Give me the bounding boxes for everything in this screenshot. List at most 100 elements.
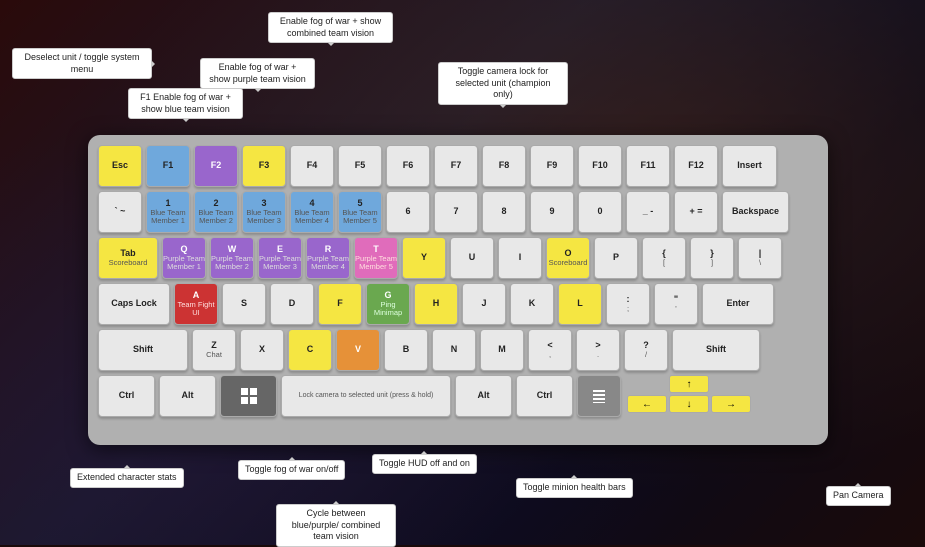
key-t[interactable]: T Purple Team Member 5 [354, 237, 398, 279]
key-f1[interactable]: F1 [146, 145, 190, 187]
key-m[interactable]: M [480, 329, 524, 371]
key-6[interactable]: 6 [386, 191, 430, 233]
key-period[interactable]: > . [576, 329, 620, 371]
key-3[interactable]: 3 Blue Team Member 3 [242, 191, 286, 233]
key-esc[interactable]: Esc [98, 145, 142, 187]
key-space[interactable]: Lock camera to selected unit (press & ho… [281, 375, 451, 417]
key-f6[interactable]: F6 [386, 145, 430, 187]
key-f7[interactable]: F7 [434, 145, 478, 187]
key-equals[interactable]: + = [674, 191, 718, 233]
key-9[interactable]: 9 [530, 191, 574, 233]
key-a[interactable]: A Team Fight UI [174, 283, 218, 325]
key-arrow-right[interactable]: → [711, 395, 751, 413]
keyboard: Esc F1 F2 F3 F4 F5 F6 F7 F8 F9 F10 [88, 135, 828, 445]
key-backtick[interactable]: ` ~ [98, 191, 142, 233]
key-f12[interactable]: F12 [674, 145, 718, 187]
key-f11[interactable]: F11 [626, 145, 670, 187]
key-enter[interactable]: Enter [702, 283, 774, 325]
function-key-row: Esc F1 F2 F3 F4 F5 F6 F7 F8 F9 F10 [98, 145, 818, 187]
key-4[interactable]: 4 Blue Team Member 4 [290, 191, 334, 233]
key-s[interactable]: S [222, 283, 266, 325]
annotation-pan-camera: Pan Camera [826, 486, 891, 506]
key-windows[interactable] [220, 375, 277, 417]
key-f3[interactable]: F3 [242, 145, 286, 187]
key-i[interactable]: I [498, 237, 542, 279]
key-1[interactable]: 1 Blue Team Member 1 [146, 191, 190, 233]
key-g[interactable]: G Ping Minimap [366, 283, 410, 325]
key-7[interactable]: 7 [434, 191, 478, 233]
key-p[interactable]: P [594, 237, 638, 279]
key-insert[interactable]: Insert [722, 145, 777, 187]
key-fn[interactable] [577, 375, 621, 417]
key-j[interactable]: J [462, 283, 506, 325]
key-f5[interactable]: F5 [338, 145, 382, 187]
key-h[interactable]: H [414, 283, 458, 325]
key-quote[interactable]: " ' [654, 283, 698, 325]
annotation-extended: Extended character stats [70, 468, 184, 488]
key-r[interactable]: R Purple Team Member 4 [306, 237, 350, 279]
key-lshift[interactable]: Shift [98, 329, 188, 371]
key-o[interactable]: O Scoreboard [546, 237, 590, 279]
shift-key-row: Shift Z Chat X C V B N M < , > . [98, 329, 818, 371]
key-f4[interactable]: F4 [290, 145, 334, 187]
key-f9[interactable]: F9 [530, 145, 574, 187]
key-minus[interactable]: _ - [626, 191, 670, 233]
key-slash[interactable]: ? / [624, 329, 668, 371]
key-rbrace[interactable]: } ] [690, 237, 734, 279]
bottom-key-row: Ctrl Alt Lock camera to selected unit (p… [98, 375, 818, 417]
key-x[interactable]: X [240, 329, 284, 371]
key-d[interactable]: D [270, 283, 314, 325]
annotation-camera-lock: Toggle camera lock for selected unit (ch… [438, 62, 568, 105]
arrow-bottom-row: ← ↓ → [627, 395, 751, 413]
annotation-deselect: Deselect unit / toggle system menu [12, 48, 152, 79]
annotation-fog-toggle: Toggle fog of war on/off [238, 460, 345, 480]
key-ralt[interactable]: Alt [455, 375, 512, 417]
key-arrow-up[interactable]: ↑ [669, 375, 709, 393]
key-rshift[interactable]: Shift [672, 329, 760, 371]
key-u[interactable]: U [450, 237, 494, 279]
annotation-minion-health: Toggle minion health bars [516, 478, 633, 498]
key-lalt[interactable]: Alt [159, 375, 216, 417]
key-f10[interactable]: F10 [578, 145, 622, 187]
key-2[interactable]: 2 Blue Team Member 2 [194, 191, 238, 233]
key-f[interactable]: F [318, 283, 362, 325]
key-l[interactable]: L [558, 283, 602, 325]
annotation-fog-combined: Enable fog of war + show combined team v… [268, 12, 393, 43]
key-e[interactable]: E Purple Team Member 3 [258, 237, 302, 279]
key-c[interactable]: C [288, 329, 332, 371]
annotation-fog-purple: Enable fog of war + show purple team vis… [200, 58, 315, 89]
key-pipe[interactable]: | \ [738, 237, 782, 279]
key-q[interactable]: Q Purple Team Member 1 [162, 237, 206, 279]
key-lbrace[interactable]: { [ [642, 237, 686, 279]
key-v[interactable]: V [336, 329, 380, 371]
annotation-cycle: Cycle between blue/purple/ combined team… [276, 504, 396, 547]
key-k[interactable]: K [510, 283, 554, 325]
key-8[interactable]: 8 [482, 191, 526, 233]
key-f8[interactable]: F8 [482, 145, 526, 187]
key-w[interactable]: W Purple Team Member 2 [210, 237, 254, 279]
annotation-fog-blue: F1 Enable fog of war + show blue team vi… [128, 88, 243, 119]
arrow-keys-group: ↑ ← ↓ → [627, 375, 751, 417]
menu-icon [591, 389, 607, 403]
key-arrow-left[interactable]: ← [627, 395, 667, 413]
key-0[interactable]: 0 [578, 191, 622, 233]
key-rctrl[interactable]: Ctrl [516, 375, 573, 417]
key-semicolon[interactable]: : ; [606, 283, 650, 325]
windows-icon [239, 386, 259, 406]
annotation-hud: Toggle HUD off and on [372, 454, 477, 474]
key-capslock[interactable]: Caps Lock [98, 283, 170, 325]
key-z[interactable]: Z Chat [192, 329, 236, 371]
key-n[interactable]: N [432, 329, 476, 371]
key-tab[interactable]: Tab Scoreboard [98, 237, 158, 279]
number-key-row: ` ~ 1 Blue Team Member 1 2 Blue Team Mem… [98, 191, 818, 233]
key-f2[interactable]: F2 [194, 145, 238, 187]
key-b[interactable]: B [384, 329, 428, 371]
arrow-top-row: ↑ [627, 375, 751, 393]
key-y[interactable]: Y [402, 237, 446, 279]
asdf-key-row: Caps Lock A Team Fight UI S D F G Ping M… [98, 283, 818, 325]
key-5[interactable]: 5 Blue Team Member 5 [338, 191, 382, 233]
key-lctrl[interactable]: Ctrl [98, 375, 155, 417]
key-comma[interactable]: < , [528, 329, 572, 371]
key-arrow-down[interactable]: ↓ [669, 395, 709, 413]
key-backspace[interactable]: Backspace [722, 191, 789, 233]
